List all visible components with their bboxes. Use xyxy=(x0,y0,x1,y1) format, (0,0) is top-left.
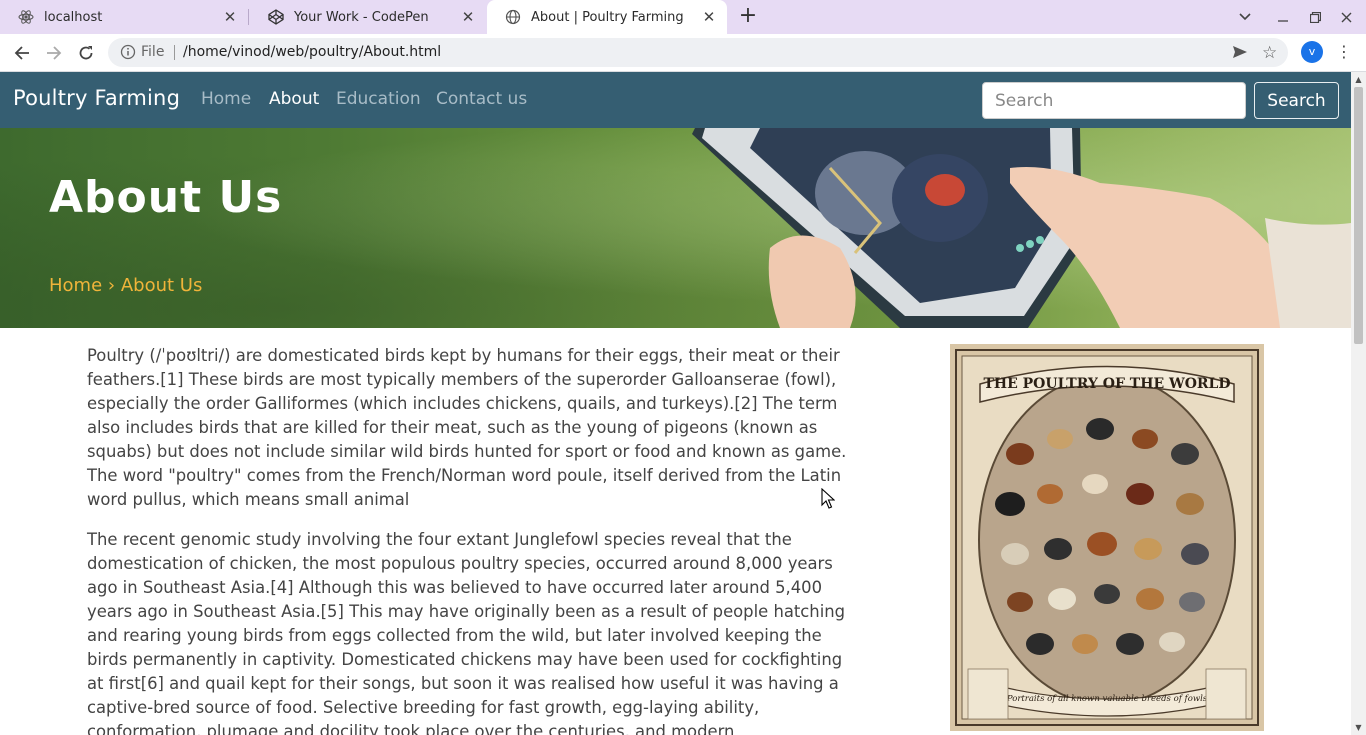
scroll-down-arrow-icon[interactable]: ▼ xyxy=(1351,720,1366,735)
hero-banner: About Us Home › About Us xyxy=(0,128,1351,328)
scrollbar-thumb[interactable] xyxy=(1354,87,1363,344)
codepen-icon xyxy=(268,9,284,25)
poster-caption-art: Portraits of all known valuable breeds o… xyxy=(1006,694,1208,704)
scroll-up-arrow-icon[interactable]: ▲ xyxy=(1351,72,1366,87)
address-bar[interactable]: File /home/vinod/web/poultry/About.html … xyxy=(108,38,1288,67)
browser-toolbar: File /home/vinod/web/poultry/About.html … xyxy=(0,34,1366,72)
tab-title: Your Work - CodePen xyxy=(294,9,429,25)
site-brand[interactable]: Poultry Farming xyxy=(13,86,180,110)
nav-education[interactable]: Education xyxy=(336,89,421,109)
restore-button[interactable] xyxy=(1299,0,1331,34)
poster-title-art: THE POULTRY OF THE WORLD xyxy=(983,376,1230,392)
nav-contact[interactable]: Contact us xyxy=(436,89,527,109)
about-paragraph: The recent genomic study involving the f… xyxy=(87,530,846,735)
page-viewport: Poultry Farming Home About Education Con… xyxy=(0,72,1351,735)
browser-tab-bar: localhost ✕ Your Work - CodePen ✕ About … xyxy=(0,0,1366,34)
send-to-devices-icon[interactable] xyxy=(1232,44,1248,64)
tab-search-icon[interactable] xyxy=(1229,0,1261,34)
breadcrumb-separator: › xyxy=(107,275,116,296)
back-button[interactable] xyxy=(8,40,36,66)
divider xyxy=(174,45,175,60)
tablet-hands-image xyxy=(692,128,1351,328)
close-icon[interactable]: ✕ xyxy=(220,8,240,26)
nav-about[interactable]: About xyxy=(269,89,319,109)
breadcrumb-home-link[interactable]: Home xyxy=(49,275,102,296)
poultry-of-the-world-poster: THE POULTRY OF THE WORLD Portraits of al… xyxy=(950,344,1264,731)
close-icon[interactable]: ✕ xyxy=(699,8,719,26)
site-navbar: Poultry Farming Home About Education Con… xyxy=(0,72,1351,128)
search-input[interactable] xyxy=(982,82,1246,119)
page-scrollbar[interactable]: ▲ ▼ xyxy=(1351,72,1366,735)
browser-menu-icon[interactable]: ⋮ xyxy=(1336,41,1352,63)
globe-icon xyxy=(505,9,521,25)
url-scheme-label: File xyxy=(141,44,165,60)
page-title: About Us xyxy=(49,172,283,223)
close-window-button[interactable] xyxy=(1330,0,1362,34)
breadcrumb: Home › About Us xyxy=(49,275,202,296)
search-button[interactable]: Search xyxy=(1254,82,1339,119)
url-text[interactable]: /home/vinod/web/poultry/About.html xyxy=(183,44,441,60)
mouse-cursor-icon xyxy=(821,488,835,509)
tab-title: localhost xyxy=(44,9,103,25)
info-icon[interactable] xyxy=(120,44,136,60)
profile-avatar[interactable]: v xyxy=(1301,41,1323,63)
tab-title: About | Poultry Farming xyxy=(531,9,684,25)
new-tab-button[interactable]: + xyxy=(736,5,760,29)
tab-about-poultry[interactable]: About | Poultry Farming ✕ xyxy=(487,0,727,34)
react-icon xyxy=(18,9,34,25)
bookmark-star-icon[interactable]: ☆ xyxy=(1262,43,1277,63)
nav-home[interactable]: Home xyxy=(201,89,251,109)
minimize-button[interactable] xyxy=(1267,0,1299,34)
tab-codepen[interactable]: Your Work - CodePen ✕ xyxy=(250,0,486,34)
about-content: Poultry (/ˈpoʊltri/) are domesticated bi… xyxy=(87,344,857,735)
tab-localhost[interactable]: localhost ✕ xyxy=(0,0,248,34)
about-paragraph: Poultry (/ˈpoʊltri/) are domesticated bi… xyxy=(87,346,847,509)
close-icon[interactable]: ✕ xyxy=(458,8,478,26)
forward-button[interactable] xyxy=(40,40,68,66)
reload-button[interactable] xyxy=(72,40,100,66)
tab-divider xyxy=(248,9,249,25)
breadcrumb-current: About Us xyxy=(120,275,203,296)
